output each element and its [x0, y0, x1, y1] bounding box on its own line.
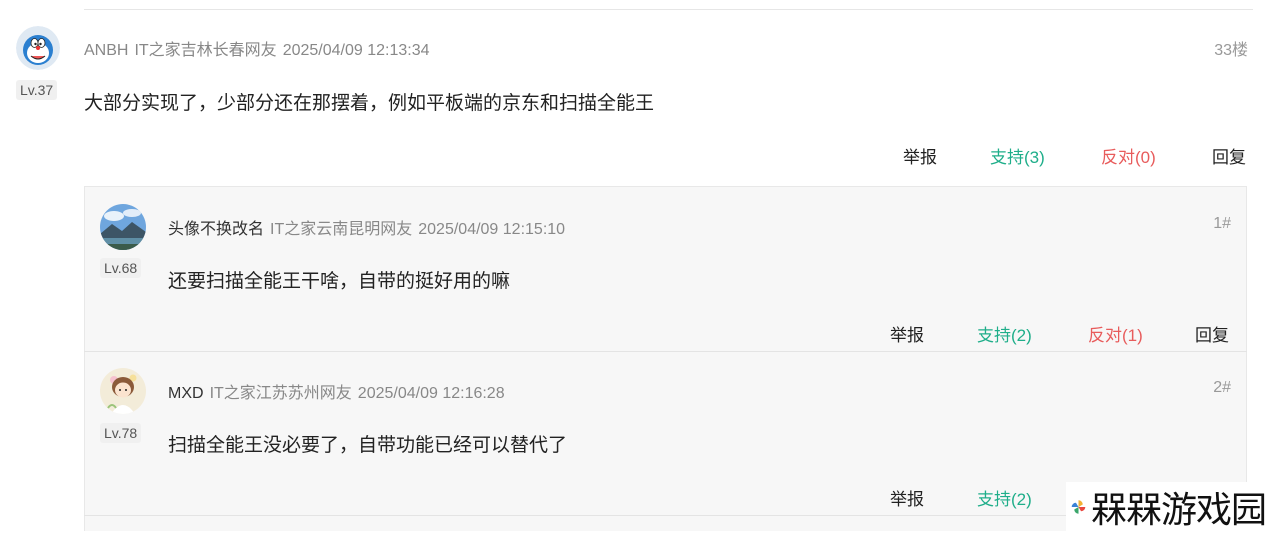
- support-button[interactable]: 支持(2): [977, 485, 1032, 510]
- avatar-reply-2[interactable]: [100, 368, 146, 414]
- username[interactable]: 头像不换改名: [168, 221, 264, 238]
- landscape-avatar-icon: [100, 204, 146, 250]
- reply-meta: 头像不换改名 IT之家云南昆明网友 2025/04/09 12:15:10: [168, 215, 565, 239]
- reply-content: 还要扫描全能王干啥，自带的挺好用的嘛: [168, 271, 511, 292]
- avatar-reply-1[interactable]: [100, 204, 146, 250]
- report-button[interactable]: 举报: [903, 143, 937, 168]
- floor-number: 1#: [1213, 215, 1231, 232]
- doraemon-avatar-icon: [16, 26, 60, 70]
- username[interactable]: ANBH: [84, 42, 128, 59]
- pinwheel-logo-icon: [1071, 499, 1086, 514]
- user-location: IT之家江苏苏州网友: [209, 385, 352, 402]
- reply-time: 2025/04/09 12:15:10: [418, 221, 566, 238]
- anime-girl-avatar-icon: [100, 368, 146, 414]
- floor-number: 33楼: [1214, 42, 1248, 59]
- reply-divider: [84, 351, 1247, 352]
- oppose-button[interactable]: 反对(0): [1101, 143, 1156, 168]
- user-level-badge: Lv.78: [100, 423, 142, 443]
- reply-button[interactable]: 回复: [1195, 321, 1229, 346]
- report-button[interactable]: 举报: [890, 321, 924, 346]
- support-button[interactable]: 支持(2): [977, 321, 1032, 346]
- oppose-button[interactable]: 反对(1): [1088, 321, 1143, 346]
- reply-meta: MXD IT之家江苏苏州网友 2025/04/09 12:16:28: [168, 379, 505, 403]
- reply-button[interactable]: 回复: [1212, 143, 1246, 168]
- user-level-badge: Lv.37: [16, 80, 58, 100]
- comment-content: 大部分实现了，少部分还在那摆着，例如平板端的京东和扫描全能王: [84, 93, 655, 114]
- floor-number: 2#: [1213, 379, 1231, 396]
- support-button[interactable]: 支持(3): [990, 143, 1045, 168]
- reply-time: 2025/04/09 12:16:28: [357, 385, 505, 402]
- top-divider: [84, 9, 1253, 10]
- user-location: IT之家云南昆明网友: [270, 221, 413, 238]
- site-watermark: 槑槑游戏园: [1066, 482, 1266, 531]
- reply-content: 扫描全能王没必要了，自带功能已经可以替代了: [168, 435, 568, 456]
- report-button[interactable]: 举报: [890, 485, 924, 510]
- comment-time: 2025/04/09 12:13:34: [282, 42, 430, 59]
- username[interactable]: MXD: [168, 385, 204, 402]
- user-level-badge: Lv.68: [100, 258, 142, 278]
- comment-meta: ANBH IT之家吉林长春网友 2025/04/09 12:13:34: [84, 36, 430, 60]
- user-location: IT之家吉林长春网友: [134, 42, 277, 59]
- watermark-text: 槑槑游戏园: [1090, 489, 1266, 531]
- avatar-anbh[interactable]: [16, 26, 60, 70]
